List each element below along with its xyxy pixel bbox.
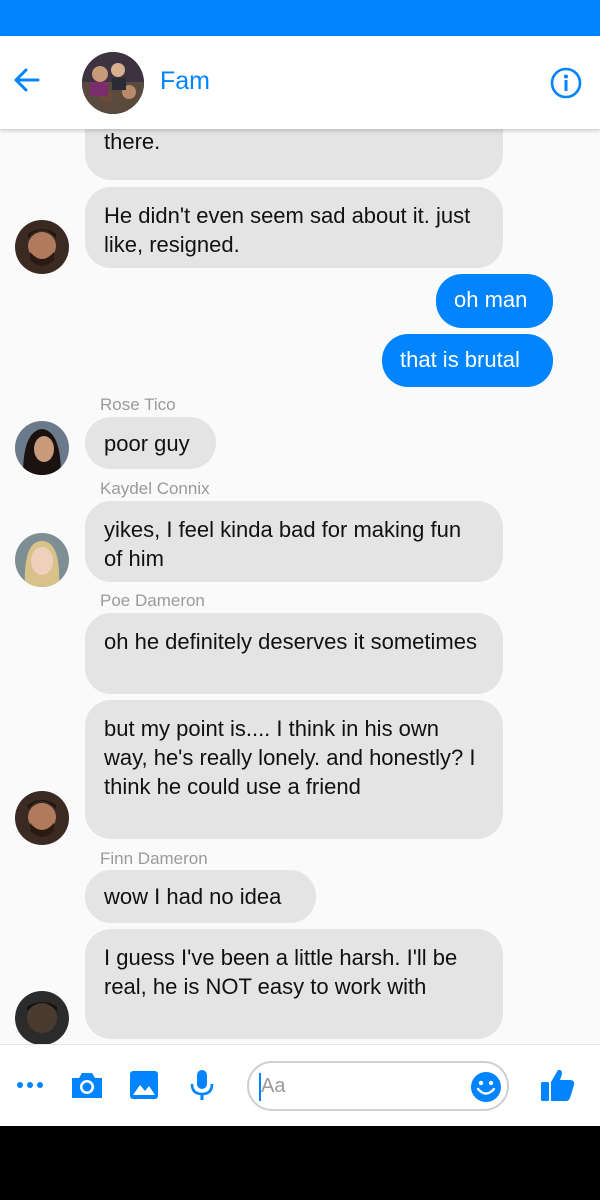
arrow-left-icon bbox=[14, 68, 40, 92]
sender-name: Kaydel Connix bbox=[100, 479, 210, 498]
avatar-photo-icon bbox=[15, 421, 69, 475]
message-bubble[interactable]: oh he definitely deserves it sometimes bbox=[85, 613, 503, 694]
message-text: I guess I've been a little harsh. I'll b… bbox=[104, 945, 458, 999]
message-text: that is brutal bbox=[400, 347, 520, 372]
group-photo-icon bbox=[82, 52, 144, 114]
message-text: poor guy bbox=[104, 431, 190, 456]
sender-name: Rose Tico bbox=[100, 395, 176, 414]
voice-button[interactable] bbox=[184, 1067, 220, 1103]
camera-button[interactable] bbox=[69, 1067, 105, 1103]
message-composer: Aa bbox=[0, 1044, 600, 1126]
message-input-placeholder: Aa bbox=[261, 1075, 286, 1097]
message-list[interactable]: and that it was better if he wasn't ther… bbox=[0, 129, 600, 1044]
avatar-photo-icon bbox=[15, 220, 69, 274]
group-avatar[interactable] bbox=[82, 52, 144, 114]
info-circle-icon bbox=[550, 67, 582, 99]
message-text: oh man bbox=[454, 287, 528, 312]
more-icon bbox=[17, 1082, 43, 1088]
camera-icon bbox=[72, 1073, 102, 1098]
outgoing-message-bubble[interactable]: that is brutal bbox=[382, 334, 553, 387]
sender-name: Poe Dameron bbox=[100, 591, 205, 610]
message-text: but my point is.... I think in his own w… bbox=[104, 716, 476, 799]
finn-avatar[interactable] bbox=[15, 991, 69, 1044]
thumbs-up-icon bbox=[541, 1069, 575, 1101]
poe-avatar[interactable] bbox=[15, 220, 69, 274]
message-bubble[interactable]: He didn't even seem sad about it. just l… bbox=[85, 187, 503, 268]
message-text: yikes, I feel kinda bad for making fun o… bbox=[104, 517, 462, 571]
poe-avatar[interactable] bbox=[15, 791, 69, 845]
outgoing-message-bubble[interactable]: oh man bbox=[436, 274, 553, 328]
message-text: He didn't even seem sad about it. just l… bbox=[104, 203, 471, 257]
kaydel-avatar[interactable] bbox=[15, 533, 69, 587]
system-navigation-bar bbox=[0, 1126, 600, 1200]
message-input[interactable]: Aa bbox=[247, 1061, 509, 1111]
status-bar bbox=[0, 0, 600, 36]
like-button[interactable] bbox=[538, 1065, 578, 1105]
more-button[interactable] bbox=[12, 1067, 48, 1103]
message-bubble[interactable]: I guess I've been a little harsh. I'll b… bbox=[85, 929, 503, 1039]
gallery-button[interactable] bbox=[126, 1067, 162, 1103]
conversation-header: Fam bbox=[0, 36, 600, 129]
avatar-photo-icon bbox=[15, 991, 69, 1044]
message-bubble[interactable]: and that it was better if he wasn't ther… bbox=[85, 129, 503, 180]
microphone-icon bbox=[190, 1070, 214, 1100]
message-bubble[interactable]: poor guy bbox=[85, 417, 216, 469]
message-text: and that it was better if he wasn't ther… bbox=[104, 129, 161, 154]
avatar-photo-icon bbox=[15, 791, 69, 845]
message-bubble[interactable]: yikes, I feel kinda bad for making fun o… bbox=[85, 501, 503, 582]
emoji-button[interactable] bbox=[469, 1070, 503, 1104]
message-bubble[interactable]: but my point is.... I think in his own w… bbox=[85, 700, 503, 839]
conversation-title: Fam bbox=[160, 67, 210, 95]
message-bubble[interactable]: wow I had no idea bbox=[85, 870, 316, 923]
back-button[interactable] bbox=[10, 63, 44, 97]
avatar-photo-icon bbox=[15, 533, 69, 587]
message-text: wow I had no idea bbox=[104, 884, 282, 909]
rose-avatar[interactable] bbox=[15, 421, 69, 475]
emoji-icon bbox=[471, 1072, 501, 1102]
sender-name: Finn Dameron bbox=[100, 849, 208, 868]
message-text: oh he definitely deserves it sometimes bbox=[104, 629, 477, 654]
image-icon bbox=[130, 1071, 158, 1099]
info-button[interactable] bbox=[549, 66, 583, 100]
